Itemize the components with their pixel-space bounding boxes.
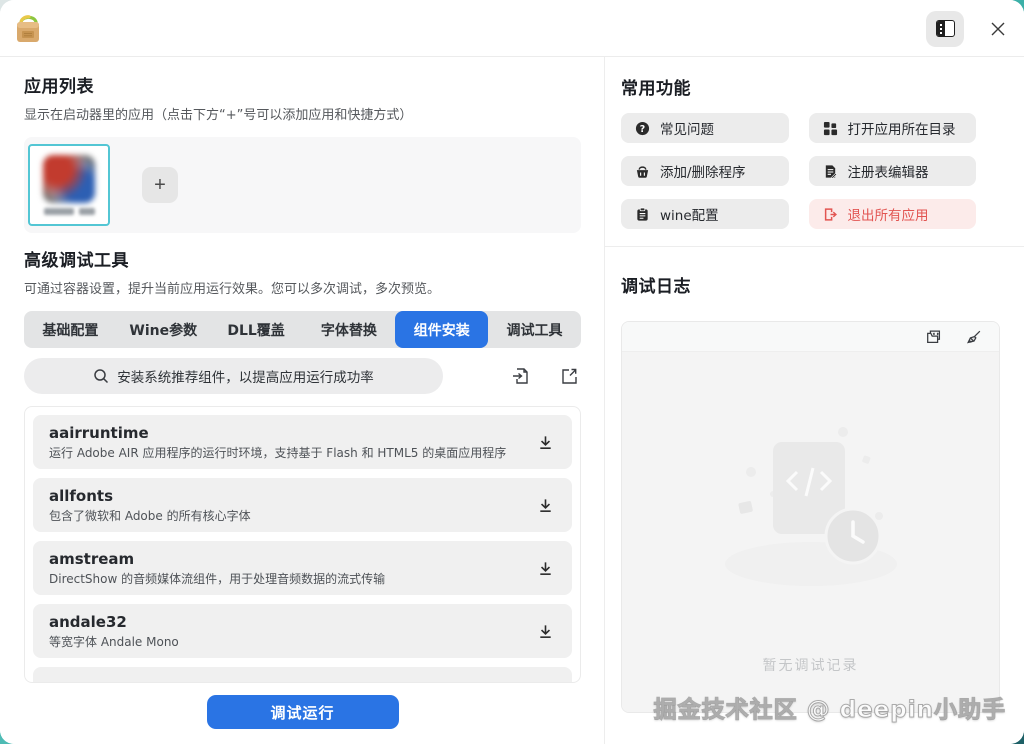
sidebar-divider [605, 246, 1024, 247]
debug-tab[interactable]: 调试工具 [488, 311, 581, 348]
common-functions-title: 常用功能 [621, 79, 691, 99]
app-window: 应用列表 显示在启动器里的应用（点击下方“+”号可以添加应用和快捷方式） + 高… [0, 0, 1024, 744]
component-name: amstream [49, 550, 135, 568]
export-file-icon [562, 368, 577, 384]
app-list-panel: + [24, 137, 581, 233]
component-name: andale32 [49, 613, 127, 631]
debug-log-title: 调试日志 [621, 277, 691, 297]
question-circle-icon: ? [635, 121, 650, 136]
close-button[interactable] [986, 17, 1010, 41]
titlebar [0, 0, 1024, 57]
search-placeholder: 安装系统推荐组件，以提高应用运行成功率 [117, 370, 374, 386]
component-description: 等宽字体 Andale Mono [49, 635, 179, 649]
app-name-blurred [43, 208, 95, 215]
app-icon [43, 155, 95, 203]
clear-log-button[interactable] [963, 326, 985, 348]
download-component-button[interactable] [533, 556, 558, 581]
function-button[interactable]: 添加/删除程序 [621, 156, 789, 186]
function-buttons-grid: ? 常见问题 打开应用所在目录 添加/删除程序 注册表编辑器 wine配置 退出… [621, 113, 976, 229]
download-icon [537, 497, 554, 514]
component-list-item[interactable]: arial32 [33, 667, 572, 683]
component-list[interactable]: aairruntime 运行 Adobe AIR 应用程序的运行时环境，支持基于… [24, 406, 581, 683]
component-description: DirectShow 的音频媒体流组件，用于处理音频数据的流式传输 [49, 572, 386, 586]
debug-run-button[interactable]: 调试运行 [206, 695, 399, 729]
apps-grid-icon [823, 121, 838, 136]
main-panel: 应用列表 显示在启动器里的应用（点击下方“+”号可以添加应用和快捷方式） + 高… [0, 57, 604, 744]
function-button-label: wine配置 [660, 208, 719, 224]
component-name: aairruntime [49, 424, 149, 442]
component-text: aairruntime 运行 Adobe AIR 应用程序的运行时环境，支持基于… [49, 423, 533, 461]
exit-icon [823, 207, 838, 222]
download-component-button[interactable] [533, 493, 558, 518]
function-button[interactable]: 退出所有应用 [808, 199, 976, 229]
function-button[interactable]: 注册表编辑器 [808, 156, 976, 186]
debug-tab[interactable]: Wine参数 [117, 311, 210, 348]
component-search-input[interactable]: 安装系统推荐组件，以提高应用运行成功率 [24, 358, 443, 394]
function-button-label: 常见问题 [660, 122, 714, 138]
panel-toggle-icon [935, 20, 955, 37]
registry-doc-icon [823, 164, 838, 179]
function-button-label: 打开应用所在目录 [847, 122, 956, 138]
panel-toggle-button[interactable] [926, 10, 964, 47]
component-list-item[interactable]: aairruntime 运行 Adobe AIR 应用程序的运行时环境，支持基于… [33, 415, 572, 469]
function-button[interactable]: 打开应用所在目录 [808, 113, 976, 143]
debug-tools-title: 高级调试工具 [24, 251, 129, 271]
debug-tab[interactable]: 基础配置 [24, 311, 117, 348]
watermark: 掘金技术社区 @ deepin小助手 [653, 697, 1006, 724]
download-icon [537, 434, 554, 451]
open-log-button[interactable] [923, 326, 945, 348]
download-icon [537, 560, 554, 577]
basket-icon [635, 164, 650, 179]
component-name: allfonts [49, 487, 114, 505]
close-icon [991, 22, 1005, 35]
import-config-button[interactable] [509, 364, 533, 388]
export-config-button[interactable] [557, 364, 581, 388]
function-button[interactable]: wine配置 [621, 199, 789, 229]
package-icon [13, 11, 43, 49]
component-description: 包含了微软和 Adobe 的所有核心字体 [49, 509, 251, 523]
svg-text:?: ? [640, 123, 645, 134]
broom-icon [966, 330, 981, 343]
empty-log-text: 暂无调试记录 [762, 658, 859, 674]
search-icon [94, 369, 109, 384]
debug-tab[interactable]: 组件安装 [395, 311, 489, 348]
component-list-item[interactable]: amstream DirectShow 的音频媒体流组件，用于处理音频数据的流式… [33, 541, 572, 595]
debug-tabbar: 基础配置 Wine参数 DLL覆盖 字体替换 组件安装 调试工具 [24, 311, 581, 348]
component-text: allfonts 包含了微软和 Adobe 的所有核心字体 [49, 486, 533, 524]
download-icon [537, 623, 554, 640]
clipboard-icon [635, 207, 650, 222]
add-app-button[interactable]: + [142, 167, 178, 203]
debug-tab[interactable]: 字体替换 [302, 311, 395, 348]
function-button-label: 注册表编辑器 [847, 165, 929, 181]
component-description: 运行 Adobe AIR 应用程序的运行时环境，支持基于 Flash 和 HTM… [49, 446, 507, 460]
debug-log-panel: 暂无调试记录 [621, 321, 1000, 713]
debug-tab[interactable]: DLL覆盖 [210, 311, 303, 348]
debug-log-body: 暂无调试记录 [622, 352, 999, 712]
function-button[interactable]: ? 常见问题 [621, 113, 789, 143]
debug-log-toolbar [622, 322, 999, 352]
component-text: amstream DirectShow 的音频媒体流组件，用于处理音频数据的流式… [49, 549, 533, 587]
download-component-button[interactable] [533, 430, 558, 455]
function-button-label: 退出所有应用 [847, 208, 929, 224]
download-component-button[interactable] [533, 681, 558, 683]
debug-tools-subtitle: 可通过容器设置，提升当前应用运行效果。您可以多次调试，多次预览。 [24, 282, 441, 297]
empty-log-illustration [724, 427, 897, 586]
download-component-button[interactable] [533, 619, 558, 644]
component-list-item[interactable]: andale32 等宽字体 Andale Mono [33, 604, 572, 658]
import-file-icon [513, 368, 528, 384]
component-search-row: 安装系统推荐组件，以提高应用运行成功率 [24, 358, 581, 394]
component-text: andale32 等宽字体 Andale Mono [49, 612, 533, 650]
sidebar: 常用功能 ? 常见问题 打开应用所在目录 添加/删除程序 注册表编辑器 wine… [604, 57, 1024, 744]
app-list-subtitle: 显示在启动器里的应用（点击下方“+”号可以添加应用和快捷方式） [24, 108, 413, 123]
component-list-item[interactable]: allfonts 包含了微软和 Adobe 的所有核心字体 [33, 478, 572, 532]
log-folder-icon [927, 330, 941, 343]
function-button-label: 添加/删除程序 [660, 165, 746, 181]
app-item[interactable] [28, 144, 110, 226]
app-list-title: 应用列表 [24, 77, 94, 97]
